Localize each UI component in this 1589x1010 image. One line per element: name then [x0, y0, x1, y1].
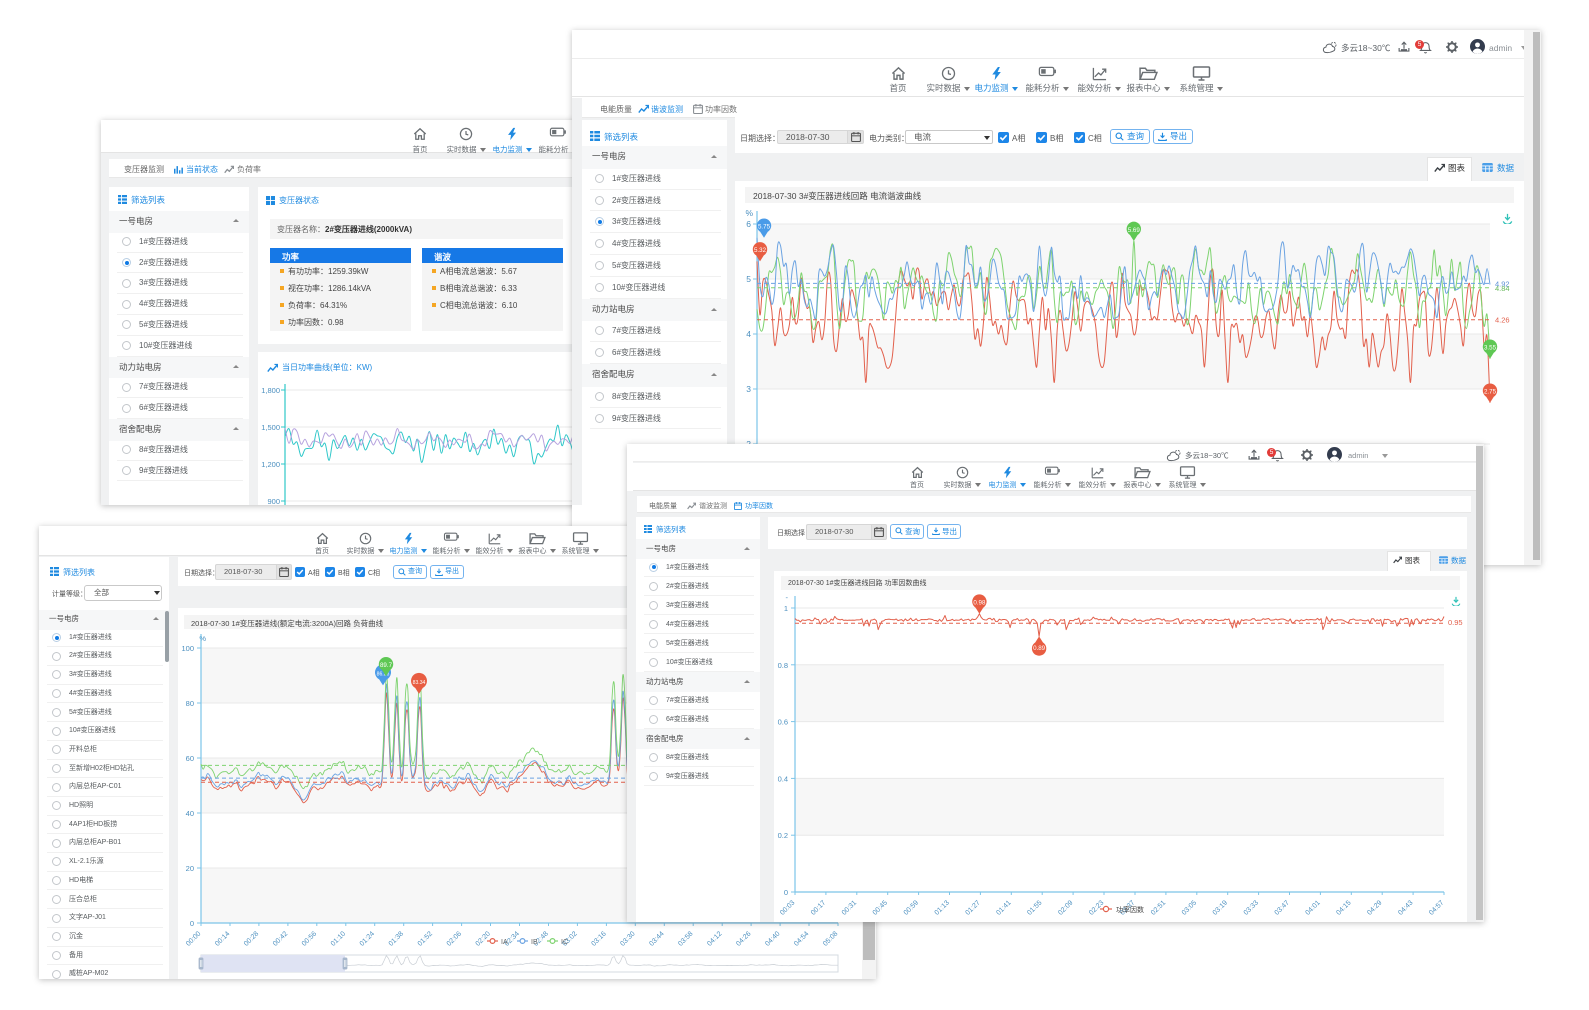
svg-text:0.98: 0.98 — [973, 599, 986, 606]
svg-text:40: 40 — [186, 809, 194, 818]
svg-text:03:05: 03:05 — [1181, 899, 1198, 916]
svg-text:1,500: 1,500 — [261, 423, 280, 432]
svg-text:04:57: 04:57 — [1428, 899, 1445, 916]
svg-text:100: 100 — [181, 644, 194, 653]
svg-text:2.75: 2.75 — [1484, 389, 1497, 396]
svg-text:00:00: 00:00 — [185, 930, 202, 947]
svg-text:00:42: 00:42 — [272, 930, 289, 947]
svg-text:04:01: 04:01 — [1304, 899, 1321, 916]
svg-text:03:44: 03:44 — [648, 930, 665, 947]
svg-text:04:43: 04:43 — [1397, 899, 1414, 916]
svg-text:1,800: 1,800 — [261, 386, 280, 395]
svg-text:01:13: 01:13 — [934, 899, 951, 916]
svg-text:04:26: 04:26 — [735, 930, 752, 947]
svg-text:6: 6 — [746, 219, 751, 229]
svg-text:0.4: 0.4 — [778, 774, 788, 783]
svg-text:89.7: 89.7 — [380, 662, 393, 669]
svg-text:02:51: 02:51 — [1150, 899, 1167, 916]
svg-text:1: 1 — [784, 604, 788, 613]
svg-text:%: % — [199, 634, 206, 643]
svg-text:5.32: 5.32 — [754, 247, 767, 254]
svg-text:5: 5 — [746, 274, 751, 284]
svg-text:4.26: 4.26 — [1495, 316, 1510, 325]
svg-text:0.2: 0.2 — [778, 831, 788, 840]
svg-text:01:52: 01:52 — [417, 930, 434, 947]
svg-text:IC: IC — [561, 939, 568, 946]
svg-text:5.69: 5.69 — [1128, 227, 1141, 234]
svg-text:功率因数: 功率因数 — [1116, 905, 1144, 914]
svg-text:5.75: 5.75 — [758, 224, 771, 231]
svg-text:02:20: 02:20 — [475, 930, 492, 947]
svg-text:01:41: 01:41 — [995, 899, 1012, 916]
svg-text:0.8: 0.8 — [778, 661, 788, 670]
svg-text:00:56: 00:56 — [301, 930, 318, 947]
svg-text:02:06: 02:06 — [446, 930, 463, 947]
svg-text:04:40: 04:40 — [764, 930, 781, 947]
svg-text:04:15: 04:15 — [1335, 899, 1352, 916]
svg-text:03:19: 03:19 — [1212, 899, 1229, 916]
svg-text:05:08: 05:08 — [822, 930, 839, 947]
svg-text:83.34: 83.34 — [413, 680, 426, 686]
svg-text:01:55: 01:55 — [1026, 899, 1043, 916]
svg-text:04:29: 04:29 — [1366, 899, 1383, 916]
svg-text:%: % — [745, 208, 753, 218]
svg-text:04:54: 04:54 — [793, 930, 810, 947]
svg-text:01:10: 01:10 — [330, 930, 347, 947]
svg-text:0: 0 — [190, 919, 194, 928]
svg-text:00:45: 00:45 — [872, 899, 889, 916]
svg-text:02:23: 02:23 — [1088, 899, 1105, 916]
svg-text:0.89: 0.89 — [1033, 645, 1046, 652]
svg-text:20: 20 — [186, 864, 194, 873]
svg-text:03:47: 03:47 — [1274, 899, 1291, 916]
svg-text:00:59: 00:59 — [903, 899, 920, 916]
svg-text:00:17: 00:17 — [810, 899, 827, 916]
svg-text:60: 60 — [186, 754, 194, 763]
svg-text:00:31: 00:31 — [841, 899, 858, 916]
svg-text:80: 80 — [186, 699, 194, 708]
svg-text:03:16: 03:16 — [590, 930, 607, 947]
svg-text:3.55: 3.55 — [1484, 345, 1497, 352]
svg-text:01:24: 01:24 — [359, 930, 376, 947]
svg-text:0.6: 0.6 — [778, 718, 788, 727]
svg-text:IB: IB — [531, 939, 538, 946]
svg-text:3: 3 — [746, 384, 751, 394]
svg-text:02:09: 02:09 — [1057, 899, 1074, 916]
svg-text:0.95: 0.95 — [1448, 618, 1463, 627]
svg-text:-: - — [786, 593, 789, 602]
svg-text:4.84: 4.84 — [1495, 284, 1510, 293]
svg-text:03:33: 03:33 — [1243, 899, 1260, 916]
svg-text:01:27: 01:27 — [964, 899, 981, 916]
svg-text:00:03: 00:03 — [779, 899, 796, 916]
svg-text:900: 900 — [267, 497, 280, 505]
svg-text:01:38: 01:38 — [388, 930, 405, 947]
svg-text:03:58: 03:58 — [677, 930, 694, 947]
svg-text:04:12: 04:12 — [706, 930, 723, 947]
svg-text:00:28: 00:28 — [243, 930, 260, 947]
svg-text:4: 4 — [746, 329, 751, 339]
svg-text:1,200: 1,200 — [261, 460, 280, 469]
svg-text:00:14: 00:14 — [214, 930, 231, 947]
svg-text:03:30: 03:30 — [619, 930, 636, 947]
svg-text:0: 0 — [784, 888, 788, 897]
svg-text:IA: IA — [501, 939, 508, 946]
